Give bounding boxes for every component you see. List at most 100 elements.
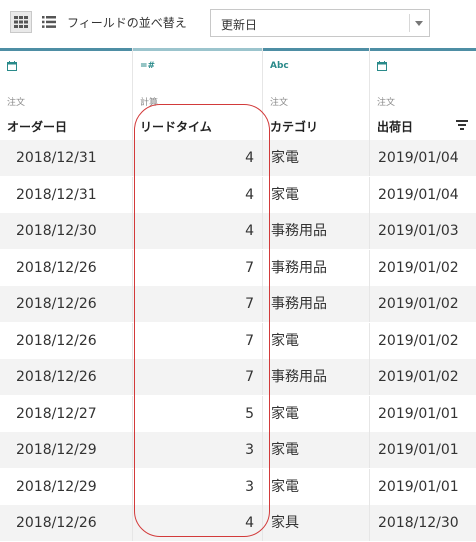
column-divider <box>369 359 370 395</box>
column-header-category[interactable]: Abc 注文 カテゴリ <box>263 48 369 140</box>
column-source-label: 計算 <box>140 98 159 108</box>
column-divider <box>262 249 263 286</box>
column-divider <box>262 395 263 432</box>
category-cell: 家電 <box>271 150 299 166</box>
column-divider <box>132 359 133 395</box>
lead-time-cell: 7 <box>245 259 254 276</box>
column-divider <box>369 286 370 322</box>
column-divider <box>132 505 133 541</box>
table-row[interactable]: 2018/12/29 3 家電 2019/01/01 <box>0 468 476 505</box>
column-divider <box>262 176 263 213</box>
lead-time-cell: 3 <box>245 442 254 458</box>
lead-time-cell: 4 <box>245 223 254 239</box>
chevron-down-icon[interactable] <box>415 21 423 26</box>
category-cell: 家電 <box>271 478 299 495</box>
calculated-number-icon: =# <box>140 61 156 71</box>
order-date-cell: 2018/12/31 <box>16 186 97 203</box>
table-row[interactable]: 2018/12/26 4 家具 2018/12/30 <box>0 505 476 541</box>
column-divider <box>132 432 133 468</box>
column-divider <box>262 140 263 176</box>
column-source-label: 注文 <box>270 98 289 108</box>
order-date-cell: 2018/12/30 <box>16 223 97 239</box>
order-date-cell: 2018/12/26 <box>16 332 97 349</box>
category-cell: 事務用品 <box>271 259 327 276</box>
string-type-icon: Abc <box>270 61 289 71</box>
column-divider <box>132 468 133 505</box>
column-title: オーダー日 <box>7 120 68 134</box>
column-divider <box>369 213 370 249</box>
lead-time-cell: 3 <box>245 478 254 495</box>
order-date-cell: 2018/12/26 <box>16 515 97 531</box>
category-cell: 事務用品 <box>271 369 327 385</box>
table-row[interactable]: 2018/12/26 7 事務用品 2019/01/02 <box>0 249 476 286</box>
column-divider <box>132 249 133 286</box>
table-row[interactable]: 2018/12/26 7 事務用品 2019/01/02 <box>0 359 476 395</box>
lead-time-cell: 4 <box>245 515 254 531</box>
table-row[interactable]: 2018/12/29 3 家電 2019/01/01 <box>0 432 476 468</box>
column-divider <box>132 48 133 140</box>
order-date-cell: 2018/12/29 <box>16 478 97 495</box>
column-divider <box>262 48 263 140</box>
order-date-cell: 2018/12/26 <box>16 369 97 385</box>
ship-date-cell: 2019/01/01 <box>378 405 459 422</box>
order-date-cell: 2018/12/26 <box>16 296 97 312</box>
table-row[interactable]: 2018/12/26 7 家電 2019/01/02 <box>0 322 476 359</box>
ship-date-cell: 2019/01/03 <box>378 223 459 239</box>
column-divider <box>262 286 263 322</box>
column-divider <box>132 140 133 176</box>
sort-descending-icon[interactable] <box>456 115 468 134</box>
grid-view-icon[interactable] <box>10 11 32 33</box>
column-divider <box>132 286 133 322</box>
column-divider <box>132 213 133 249</box>
order-date-cell: 2018/12/31 <box>16 150 97 166</box>
sort-order-value: 更新日 <box>221 18 258 32</box>
column-header-lead-time[interactable]: =# 計算 リードタイム <box>133 48 262 140</box>
table-row[interactable]: 2018/12/27 5 家電 2019/01/01 <box>0 395 476 432</box>
table-body: 2018/12/31 4 家電 2019/01/04 2018/12/31 4 家電 2019… <box>0 140 476 542</box>
lead-time-cell: 7 <box>245 296 254 312</box>
select-divider <box>409 14 410 32</box>
ship-date-cell: 2019/01/02 <box>378 369 459 385</box>
lead-time-cell: 5 <box>245 405 254 422</box>
column-divider <box>262 468 263 505</box>
column-divider <box>369 468 370 505</box>
table-row[interactable]: 2018/12/31 4 家電 2019/01/04 <box>0 176 476 213</box>
ship-date-cell: 2019/01/02 <box>378 332 459 349</box>
category-cell: 事務用品 <box>271 223 327 239</box>
column-title: リードタイム <box>140 120 212 134</box>
lead-time-cell: 7 <box>245 332 254 349</box>
category-cell: 家電 <box>271 186 299 203</box>
column-divider <box>262 505 263 541</box>
category-cell: 家電 <box>271 405 299 422</box>
column-divider <box>369 505 370 541</box>
calendar-icon <box>377 61 387 74</box>
column-header-ship-date[interactable]: 注文 出荷日 <box>370 48 476 140</box>
column-divider <box>132 395 133 432</box>
column-divider <box>369 249 370 286</box>
calendar-icon <box>7 61 17 74</box>
column-divider <box>369 432 370 468</box>
sort-order-select[interactable]: 更新日 <box>210 9 430 37</box>
column-divider <box>369 48 370 140</box>
column-divider <box>132 176 133 213</box>
lead-time-cell: 4 <box>245 150 254 166</box>
order-date-cell: 2018/12/29 <box>16 442 97 458</box>
column-divider <box>132 322 133 359</box>
list-view-icon[interactable] <box>38 11 60 33</box>
table-row[interactable]: 2018/12/26 7 事務用品 2019/01/02 <box>0 286 476 322</box>
table-header: 注文 オーダー日 =# 計算 リードタイム Abc 注文 カテゴリ 注文 出荷日 <box>0 48 476 140</box>
ship-date-cell: 2019/01/01 <box>378 442 459 458</box>
column-header-order-date[interactable]: 注文 オーダー日 <box>0 48 132 140</box>
ship-date-cell: 2018/12/30 <box>378 515 459 531</box>
column-divider <box>262 213 263 249</box>
ship-date-cell: 2019/01/01 <box>378 478 459 495</box>
ship-date-cell: 2019/01/02 <box>378 259 459 276</box>
column-title: 出荷日 <box>377 120 414 134</box>
table-row[interactable]: 2018/12/31 4 家電 2019/01/04 <box>0 140 476 176</box>
category-cell: 事務用品 <box>271 296 327 312</box>
column-divider <box>262 322 263 359</box>
column-divider <box>369 395 370 432</box>
ship-date-cell: 2019/01/04 <box>378 186 459 203</box>
column-divider <box>369 176 370 213</box>
table-row[interactable]: 2018/12/30 4 事務用品 2019/01/03 <box>0 213 476 249</box>
